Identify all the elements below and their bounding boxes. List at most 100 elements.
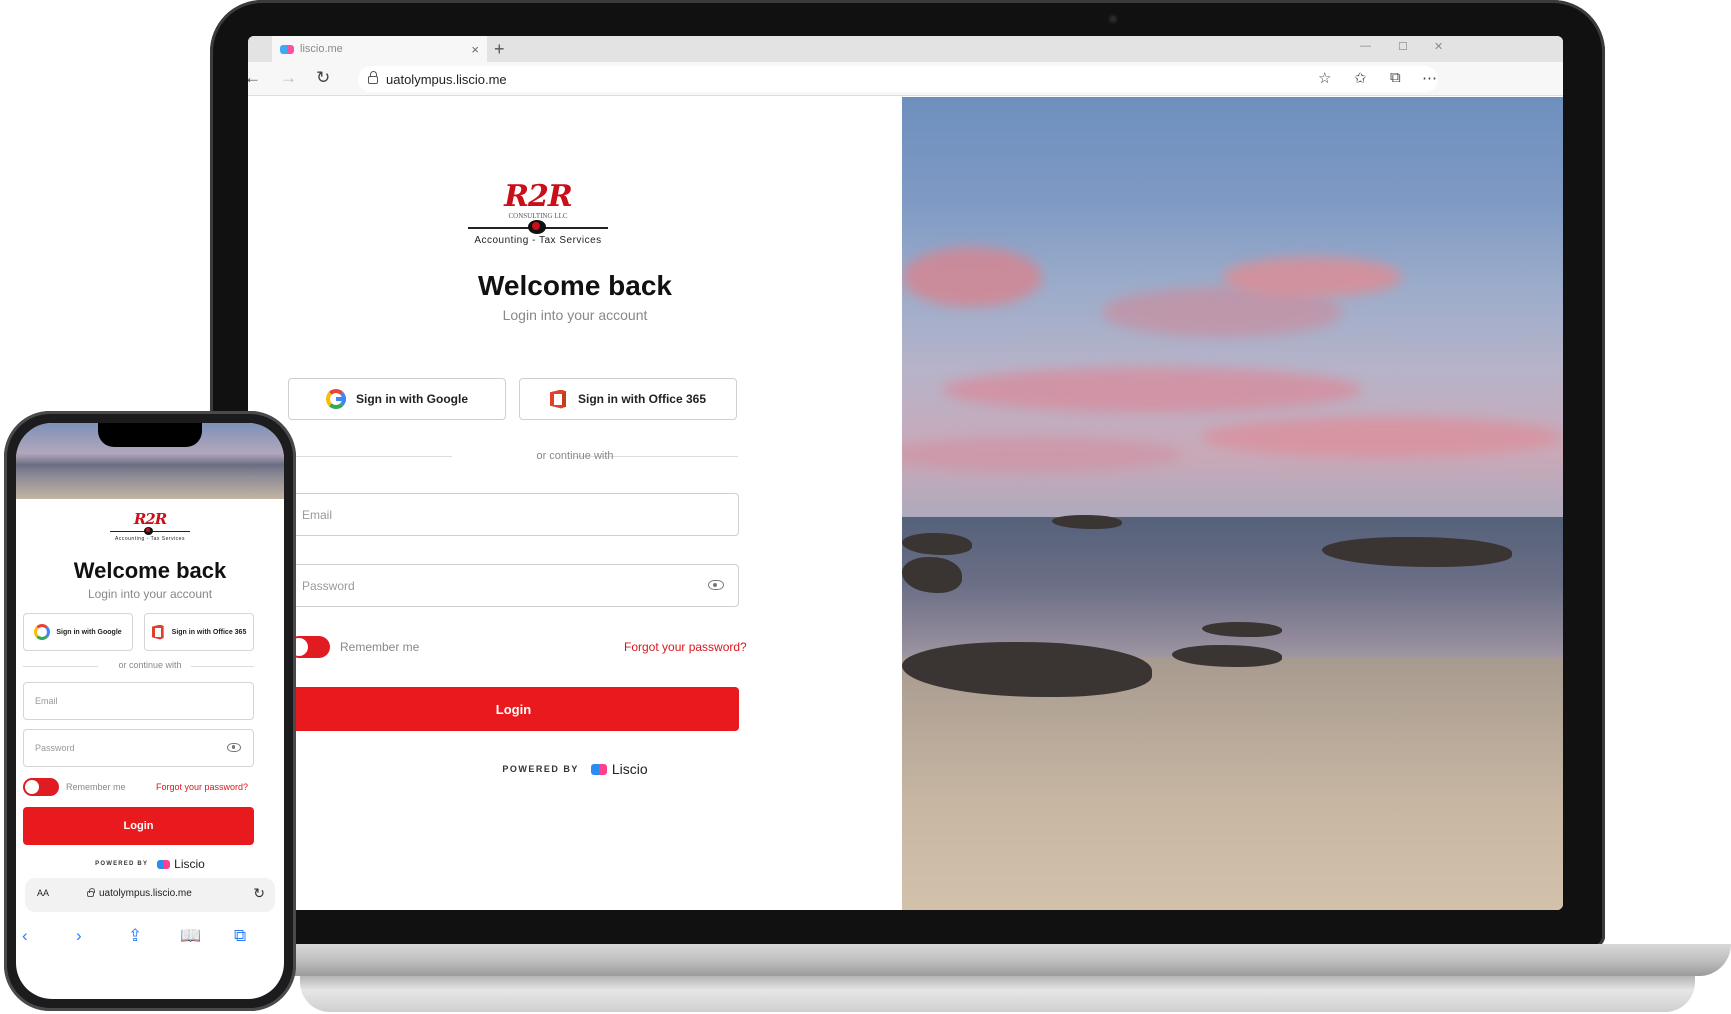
mobile-company-logo: R2R Accounting - Tax Services (110, 511, 190, 542)
text-size-button[interactable]: AA (37, 888, 49, 898)
mobile-password-placeholder: Password (35, 743, 75, 753)
close-window-icon[interactable]: ✕ (1434, 40, 1443, 53)
device-mockup-stage: liscio.me × + — ☐ ✕ ← → ↻ uatolympus.lis… (0, 0, 1731, 1014)
google-icon (34, 624, 51, 640)
mobile-forgot-password-link[interactable]: Forgot your password? (156, 782, 248, 792)
powered-by-footer: POWERED BY Liscio (248, 761, 902, 777)
mobile-remember-me-label: Remember me (66, 782, 126, 792)
mobile-browser-toolbar: ‹ › ⇪ 📖 ⧉ (16, 923, 284, 953)
mobile-address-bar[interactable]: AA uatolympus.liscio.me ↻ (25, 878, 275, 912)
password-field[interactable]: Password (288, 564, 739, 607)
mobile-powered-by-footer: POWERED BY Liscio (16, 857, 284, 871)
mobile-logo-wordmark: R2R (133, 510, 167, 528)
collections-icon[interactable]: ⧉ (1390, 69, 1401, 86)
url-input[interactable]: uatolympus.liscio.me (358, 66, 1438, 92)
google-signin-button[interactable]: Sign in with Google (288, 378, 506, 420)
page-subtitle: Login into your account (502, 307, 648, 323)
mobile-login-button[interactable]: Login (23, 807, 254, 845)
office-icon (549, 389, 566, 409)
mobile-email-placeholder: Email (35, 696, 58, 706)
mobile-google-signin-button[interactable]: Sign in with Google (23, 613, 133, 651)
mobile-page-subtitle: Login into your account (87, 587, 213, 601)
bookmarks-icon[interactable]: 📖 (180, 926, 201, 946)
browser-tab-bar: liscio.me × + — ☐ ✕ (248, 36, 1563, 62)
laptop-base (230, 944, 1731, 976)
share-icon[interactable]: ⇪ (128, 926, 142, 946)
cloud (1222, 257, 1402, 297)
divider-label: or continue with (536, 450, 614, 462)
google-signin-label: Sign in with Google (356, 392, 468, 406)
mobile-page-title: Welcome back (73, 558, 227, 583)
page-title: Welcome back (477, 270, 673, 301)
mobile-password-field[interactable]: Password (23, 729, 254, 767)
new-tab-button[interactable]: + (494, 36, 505, 62)
mobile-liscio-logo-icon (157, 859, 171, 869)
mobile-logo-divider (110, 527, 190, 535)
phone-screen: R2R Accounting - Tax Services Welcome ba… (16, 423, 284, 999)
cloud (1202, 417, 1562, 457)
minimize-icon[interactable]: — (1360, 40, 1371, 52)
back-arrow-icon[interactable]: ← (248, 68, 261, 88)
mobile-divider-label: or continue with (118, 660, 182, 670)
show-password-eye-icon[interactable] (708, 580, 724, 590)
powered-by-label: POWERED BY (502, 764, 579, 774)
logo-wordmark: R2R (504, 179, 573, 214)
mobile-toggle-knob (25, 780, 39, 794)
company-logo: R2R CONSULTING LLC Accounting - Tax Serv… (468, 182, 608, 246)
logo-emblem-icon (528, 220, 546, 234)
mobile-reload-icon[interactable]: ↻ (253, 885, 265, 902)
password-placeholder: Password (302, 578, 355, 593)
reload-icon[interactable]: ↻ (316, 68, 330, 88)
office-icon (151, 624, 164, 640)
liscio-brand: Liscio (611, 761, 648, 777)
email-field[interactable]: Email (288, 493, 739, 536)
forward-arrow-icon[interactable]: → (280, 68, 297, 88)
login-panel: R2R CONSULTING LLC Accounting - Tax Serv… (248, 97, 902, 910)
logo-tagline: Accounting - Tax Services (474, 235, 602, 246)
google-icon (326, 389, 346, 409)
tabs-icon[interactable]: ⧉ (234, 926, 246, 946)
mobile-email-field[interactable]: Email (23, 682, 254, 720)
phone-notch (98, 423, 202, 447)
mobile-google-signin-label: Sign in with Google (56, 628, 122, 636)
laptop-base-lip (300, 976, 1695, 1012)
back-icon[interactable]: ‹ (22, 926, 28, 946)
mobile-office365-signin-button[interactable]: Sign in with Office 365 (144, 613, 254, 651)
mobile-show-password-eye-icon[interactable] (227, 743, 241, 752)
forward-icon[interactable]: › (76, 926, 82, 946)
mobile-url: uatolympus.liscio.me (87, 888, 192, 899)
browser-address-bar: ← → ↻ uatolympus.liscio.me ☆ ✩ ⧉ ⋯ (248, 62, 1563, 96)
mobile-url-text: uatolympus.liscio.me (99, 888, 192, 899)
camera-icon (1108, 14, 1118, 24)
favorites-icon[interactable]: ✩ (1354, 69, 1367, 87)
mobile-logo-emblem-icon (144, 527, 153, 535)
mobile-powered-by-label: POWERED BY (95, 861, 149, 867)
office365-signin-label: Sign in with Office 365 (577, 392, 707, 406)
logo-divider (468, 220, 608, 234)
mobile-liscio-brand: Liscio (174, 857, 205, 871)
mobile-remember-me-toggle[interactable] (23, 778, 59, 796)
cloud (942, 367, 1362, 412)
favorite-add-icon[interactable]: ☆ (1318, 69, 1331, 87)
forgot-password-link[interactable]: Forgot your password? (624, 640, 747, 654)
office365-signin-button[interactable]: Sign in with Office 365 (519, 378, 737, 420)
login-button[interactable]: Login (288, 687, 739, 731)
browser-tab[interactable]: liscio.me × (272, 36, 487, 62)
email-placeholder: Email (302, 507, 333, 522)
tab-title: liscio.me (300, 43, 343, 55)
lock-icon (368, 71, 378, 84)
cloud (902, 247, 1042, 307)
tab-close-icon[interactable]: × (471, 42, 479, 57)
liscio-favicon-icon (280, 44, 294, 54)
logo-subtext: CONSULTING LLC (508, 212, 568, 220)
phone-frame: R2R Accounting - Tax Services Welcome ba… (4, 411, 296, 1011)
laptop-screen: liscio.me × + — ☐ ✕ ← → ↻ uatolympus.lis… (248, 36, 1563, 910)
beach-background-image (902, 97, 1563, 910)
mobile-logo-tagline: Accounting - Tax Services (115, 536, 185, 542)
more-icon[interactable]: ⋯ (1422, 69, 1437, 87)
liscio-logo-icon (590, 763, 607, 775)
mobile-office365-signin-label: Sign in with Office 365 (171, 628, 247, 636)
remember-me-label: Remember me (340, 640, 420, 654)
mobile-lock-icon (87, 888, 95, 897)
maximize-icon[interactable]: ☐ (1398, 40, 1408, 53)
